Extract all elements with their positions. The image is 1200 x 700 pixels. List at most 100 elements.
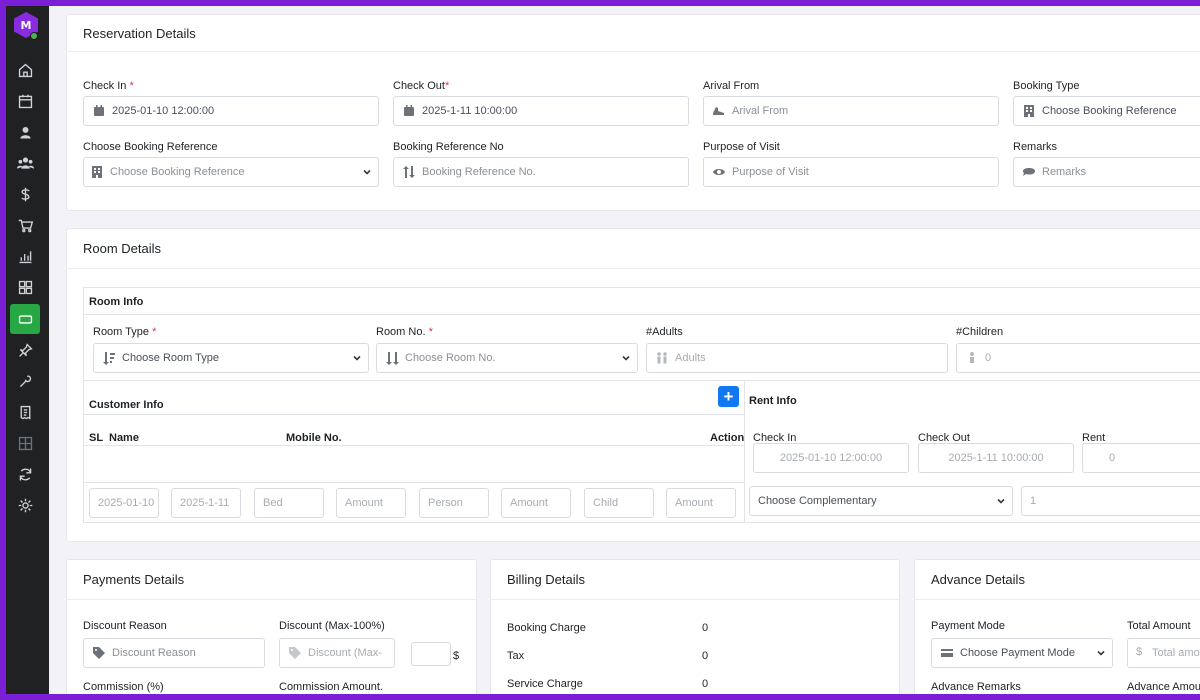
reservation-details-title: Reservation Details xyxy=(67,15,1200,52)
customer-info-title: Customer Info xyxy=(89,399,164,411)
users-icon[interactable] xyxy=(10,149,40,177)
cart-icon[interactable] xyxy=(10,211,40,239)
check-out-input[interactable]: 2025-1-11 10:00:00 xyxy=(393,96,689,126)
discount-currency: $ xyxy=(453,650,460,662)
app-frame: M Reservation Details Check In * 2025-01… xyxy=(6,6,1200,694)
chevron-down-icon xyxy=(362,167,372,177)
room-no-label: Room No. * xyxy=(376,326,433,338)
add-customer-button[interactable]: + xyxy=(718,386,739,407)
table-header-action: Action xyxy=(710,432,745,444)
payments-details-card: Payments Details Discount Reason Discoun… xyxy=(66,559,477,694)
room-type-label: Room Type * xyxy=(93,326,157,338)
refresh-icon[interactable] xyxy=(10,460,40,488)
online-status-dot xyxy=(30,32,38,40)
billing-service-charge-label: Service Charge xyxy=(507,678,583,690)
remarks-input[interactable]: Remarks xyxy=(1013,157,1200,187)
grid-icon[interactable] xyxy=(10,273,40,301)
billing-booking-charge-value: 0 xyxy=(702,622,709,634)
discount-reason-input[interactable]: Discount Reason xyxy=(83,638,265,668)
booking-type-select[interactable]: Choose Booking Reference xyxy=(1013,96,1200,126)
table-header-sl: SL xyxy=(89,432,104,444)
advance-details-card: Advance Details Payment Mode Choose Paym… xyxy=(914,559,1200,694)
home-icon[interactable] xyxy=(10,56,40,84)
rent-info-title: Rent Info xyxy=(749,395,797,407)
sidebar: M xyxy=(6,6,49,694)
footer-person-amount-input[interactable]: Amount xyxy=(501,488,571,518)
billing-details-card: Billing Details Booking Charge 0 Tax 0 S… xyxy=(490,559,900,694)
pin-icon[interactable] xyxy=(10,336,40,364)
footer-bed-input[interactable]: Bed xyxy=(254,488,324,518)
children-label: #Children xyxy=(956,326,1004,338)
complementary-select[interactable]: Choose Complementary xyxy=(749,486,1013,516)
receipt-icon[interactable] xyxy=(10,398,40,426)
footer-person-input[interactable]: Person xyxy=(419,488,489,518)
total-amount-label: Total Amount xyxy=(1127,620,1191,632)
remarks-label: Remarks xyxy=(1013,141,1058,153)
payment-mode-select[interactable]: Choose Payment Mode xyxy=(931,638,1113,668)
footer-child-amount-input[interactable]: Amount xyxy=(666,488,736,518)
billing-details-title: Billing Details xyxy=(491,560,899,600)
calendar-icon[interactable] xyxy=(10,87,40,115)
billing-tax-label: Tax xyxy=(507,650,525,662)
booking-reference-no-label: Booking Reference No xyxy=(393,141,504,153)
table-header-name: Name xyxy=(109,432,139,444)
commission-label: Commission (%) xyxy=(83,681,164,693)
footer-child-input[interactable]: Child xyxy=(584,488,654,518)
room-details-card: Room Details Room Info Room Type * Choos… xyxy=(66,228,1200,542)
ticket-icon[interactable] xyxy=(10,304,40,334)
dollar-icon: $ xyxy=(1136,646,1143,658)
gear-icon[interactable] xyxy=(10,491,40,519)
calendar-icon xyxy=(92,104,106,118)
booking-reference-select[interactable]: Choose Booking Reference xyxy=(83,157,379,187)
billing-service-charge-value: 0 xyxy=(702,678,709,690)
arrival-from-label: Arival From xyxy=(703,80,760,92)
wrench-icon[interactable] xyxy=(10,367,40,395)
discount-label: Discount (Max-100%) xyxy=(279,620,385,632)
room-type-select[interactable]: Choose Room Type xyxy=(93,343,369,373)
footer-bed-amount-input[interactable]: Amount xyxy=(336,488,406,518)
discount-reason-label: Discount Reason xyxy=(83,620,167,632)
chart-icon[interactable] xyxy=(10,242,40,270)
room-no-select[interactable]: Choose Room No. xyxy=(376,343,638,373)
room-info-panel: Room Info Room Type * Choose Room Type R… xyxy=(83,287,1200,523)
total-amount-input[interactable]: $ Total amo xyxy=(1127,638,1200,668)
adults-label: #Adults xyxy=(646,326,683,338)
people-icon xyxy=(655,351,669,365)
dollar-icon[interactable] xyxy=(10,180,40,208)
booking-reference-no-input[interactable]: Booking Reference No. xyxy=(393,157,689,187)
svg-text:M: M xyxy=(21,19,32,32)
rent-value-input[interactable]: 0 xyxy=(1082,443,1200,473)
discount-input[interactable]: Discount (Max- xyxy=(279,638,395,668)
commission-amount-label: Commission Amount. xyxy=(279,681,383,693)
arrival-from-input[interactable]: Arival From xyxy=(703,96,999,126)
credit-card-icon xyxy=(940,646,954,660)
calendar-icon xyxy=(402,104,416,118)
check-in-input[interactable]: 2025-01-10 12:00:00 xyxy=(83,96,379,126)
footer-check-in-input[interactable]: 2025-01-10 xyxy=(89,488,159,518)
payments-details-title: Payments Details xyxy=(67,560,476,600)
plane-landing-icon xyxy=(712,104,726,118)
complementary-qty-input[interactable]: 1 xyxy=(1021,486,1200,516)
layout-icon[interactable] xyxy=(10,429,40,457)
building-icon xyxy=(1022,104,1036,118)
chevron-down-icon xyxy=(996,496,1006,506)
chevron-down-icon xyxy=(352,353,362,363)
chevron-down-icon xyxy=(1096,648,1106,658)
rent-check-out-input[interactable]: 2025-1-11 10:00:00 xyxy=(918,443,1074,473)
child-icon xyxy=(965,351,979,365)
discount-type-input[interactable] xyxy=(411,642,451,666)
advance-details-title: Advance Details xyxy=(915,560,1200,600)
booking-type-label: Booking Type xyxy=(1013,80,1080,92)
adults-input[interactable]: Adults xyxy=(646,343,948,373)
purpose-input[interactable]: Purpose of Visit xyxy=(703,157,999,187)
booking-reference-label: Choose Booking Reference xyxy=(83,141,218,153)
eye-icon xyxy=(712,165,726,179)
comment-icon xyxy=(1022,165,1036,179)
billing-booking-charge-label: Booking Charge xyxy=(507,622,586,634)
footer-check-out-input[interactable]: 2025-1-11 xyxy=(171,488,241,518)
room-info-title: Room Info xyxy=(89,296,144,308)
children-input[interactable]: 0 xyxy=(956,343,1200,373)
user-icon[interactable] xyxy=(10,118,40,146)
room-details-title: Room Details xyxy=(67,229,1200,269)
rent-check-in-input[interactable]: 2025-01-10 12:00:00 xyxy=(753,443,909,473)
